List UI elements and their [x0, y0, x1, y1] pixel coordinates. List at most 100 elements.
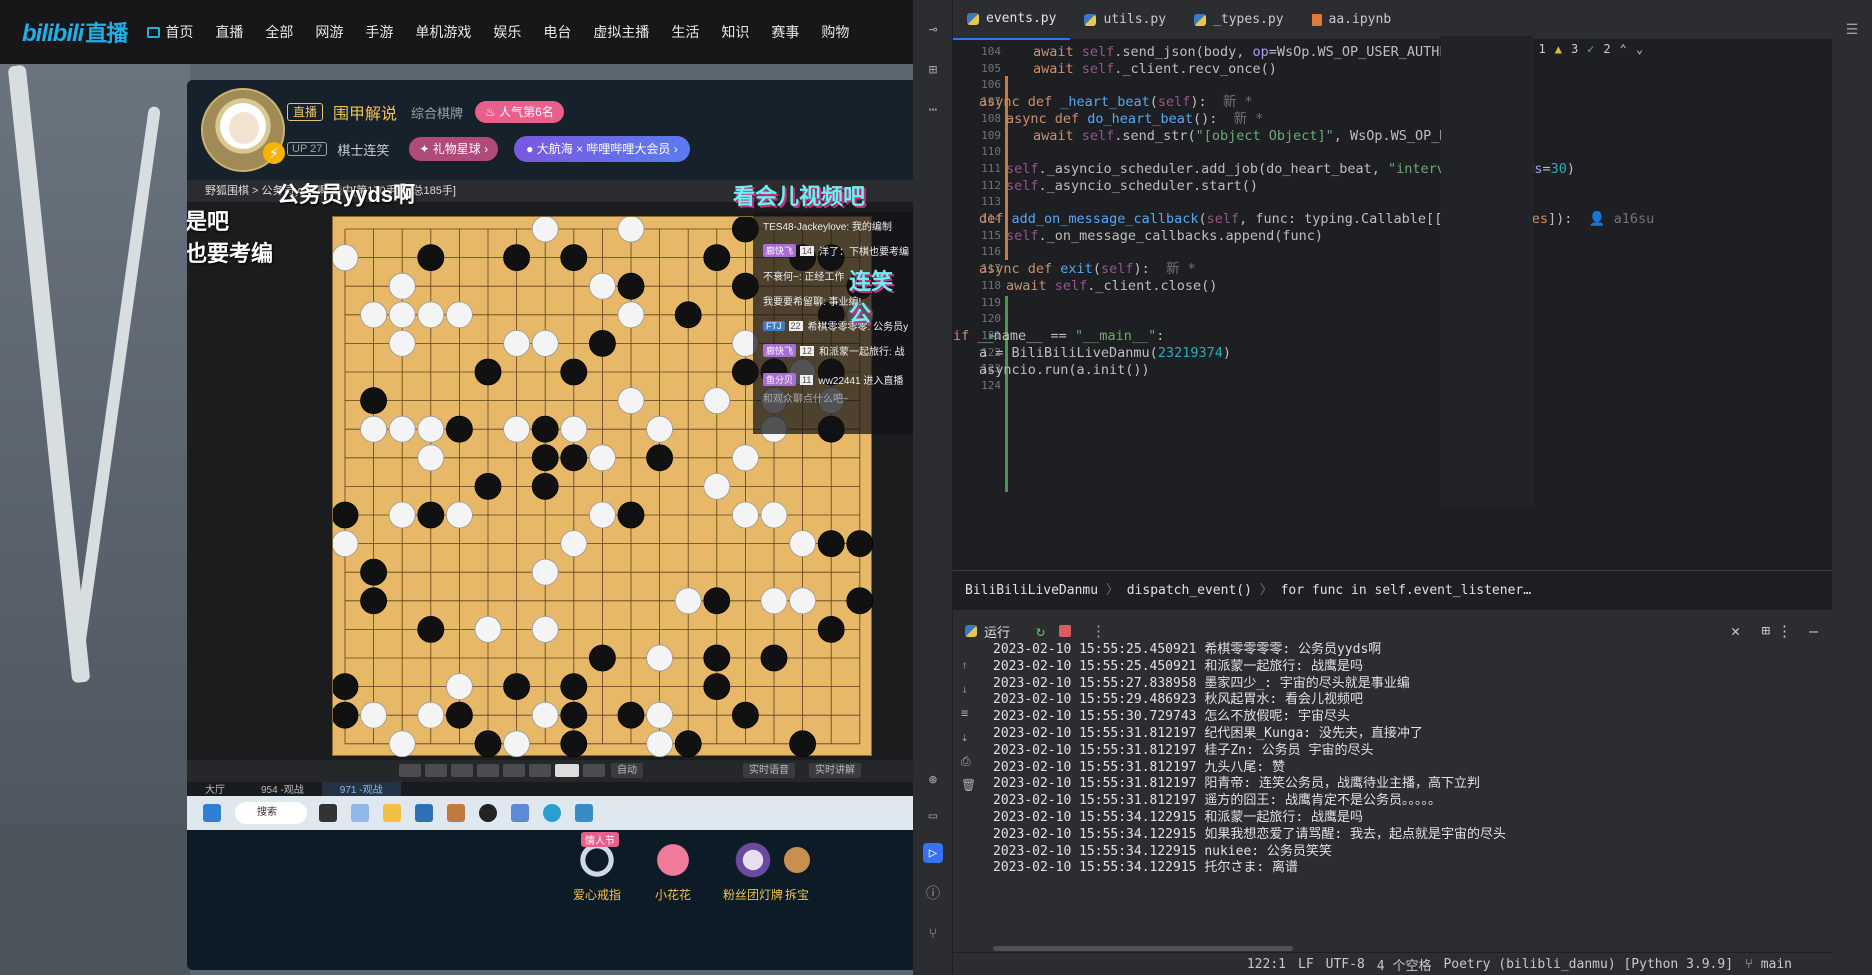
- back-1-button[interactable]: [451, 764, 473, 777]
- go-button[interactable]: [583, 764, 605, 777]
- forward-10-button[interactable]: [503, 764, 525, 777]
- voice-button[interactable]: 实时语音: [743, 763, 795, 778]
- chevron-up-icon[interactable]: ⌃: [1620, 42, 1627, 56]
- white-stone: [560, 530, 588, 558]
- forward-1-button[interactable]: [477, 764, 499, 777]
- file-encoding[interactable]: UTF-8: [1326, 957, 1365, 972]
- python-run-icon: [965, 625, 977, 637]
- popularity-rank[interactable]: ♨ 人气第6名: [475, 101, 564, 123]
- chevron-down-icon[interactable]: ⌄: [1636, 42, 1643, 56]
- line-separator[interactable]: LF: [1298, 957, 1314, 972]
- auto-button[interactable]: 自动: [611, 763, 643, 778]
- streamer-avatar[interactable]: ⚡: [201, 88, 285, 172]
- wrap-icon[interactable]: ≡: [961, 706, 968, 720]
- nav-radio[interactable]: 电台: [543, 22, 571, 42]
- tab-events-py[interactable]: events.py: [953, 0, 1071, 40]
- run-icon[interactable]: ▷: [923, 843, 943, 863]
- app-icon[interactable]: [447, 804, 465, 822]
- chat-input-hint[interactable]: 和观众聊点什么吧~: [763, 390, 849, 405]
- options-icon[interactable]: ⋮: [1777, 622, 1792, 640]
- run-gutter-icon[interactable]: ▶: [989, 326, 996, 346]
- breadcrumb-method[interactable]: dispatch_event(): [1127, 583, 1252, 598]
- git-icon[interactable]: ⑂: [923, 924, 943, 944]
- black-stone: [417, 501, 445, 529]
- windows-start-icon[interactable]: [203, 804, 221, 822]
- nav-single-games[interactable]: 单机游戏: [415, 22, 471, 42]
- python-console-icon[interactable]: ⊛: [923, 770, 943, 790]
- go-app-icon[interactable]: [479, 804, 497, 822]
- horizontal-scrollbar[interactable]: [993, 946, 1293, 951]
- gift-planet-button[interactable]: ✦ 礼物星球 ›: [409, 137, 499, 161]
- breadcrumb-loop[interactable]: for func in self.event_listener…: [1281, 583, 1531, 598]
- flame-icon: ♨: [485, 105, 500, 119]
- nav-all[interactable]: 全部: [265, 22, 293, 42]
- taskbar-search[interactable]: 搜索: [235, 802, 307, 824]
- room-title[interactable]: 围甲解说: [333, 100, 397, 124]
- streamer-name[interactable]: 棋士连笑: [337, 140, 389, 159]
- minimize-icon[interactable]: —: [1809, 622, 1818, 640]
- tab-aa-ipynb[interactable]: aa.ipynb: [1298, 0, 1406, 40]
- white-stone: [417, 301, 445, 329]
- nav-esports[interactable]: 赛事: [771, 22, 799, 42]
- folder-icon[interactable]: [383, 804, 401, 822]
- scroll-end-icon[interactable]: ⇣: [961, 730, 968, 744]
- room-category[interactable]: 综合棋牌: [411, 103, 463, 122]
- nav-life[interactable]: 生活: [671, 22, 699, 42]
- first-move-button[interactable]: [399, 764, 421, 777]
- membership-event-button[interactable]: ● 大航海 × 哔哩哔哩大会员 ›: [514, 136, 690, 162]
- commentary-button[interactable]: 实时讲解: [809, 763, 861, 778]
- database-icon[interactable]: ☰: [1842, 20, 1862, 40]
- down-arrow-icon[interactable]: ↓: [961, 682, 968, 696]
- tab-types-py[interactable]: _types.py: [1180, 0, 1297, 40]
- up-level: UP 27: [287, 142, 328, 156]
- breadcrumb-class[interactable]: BiliBiliLiveDanmu: [965, 583, 1098, 598]
- nav-live[interactable]: 直播: [215, 22, 243, 42]
- chart-app-icon[interactable]: [511, 804, 529, 822]
- terminal-icon[interactable]: ▭: [923, 806, 943, 826]
- tab-utils-py[interactable]: utils.py: [1070, 0, 1180, 40]
- rerun-icon[interactable]: ↻: [1036, 622, 1045, 640]
- print-icon[interactable]: ⎙: [961, 754, 971, 769]
- more-vertical-icon[interactable]: ⋮: [1091, 622, 1106, 640]
- structure-icon[interactable]: ⊞: [923, 60, 943, 80]
- task-view-icon[interactable]: [319, 804, 337, 822]
- close-icon[interactable]: ✕: [1731, 622, 1740, 640]
- mail-icon[interactable]: [415, 804, 433, 822]
- nav-home[interactable]: 首页: [147, 22, 193, 42]
- caret-position[interactable]: 122:1: [1247, 957, 1286, 972]
- interpreter[interactable]: Poetry (bilibli_danmu) [Python 3.9.9]: [1443, 957, 1733, 972]
- gift-box[interactable]: 拆宝: [777, 840, 817, 903]
- stop-icon[interactable]: [1059, 625, 1072, 637]
- up-arrow-icon[interactable]: ↑: [961, 658, 968, 672]
- white-stone: [388, 272, 416, 300]
- commit-icon[interactable]: ⊸: [923, 20, 943, 40]
- gift-ring[interactable]: 情人节 爱心戒指: [557, 832, 637, 903]
- run-console[interactable]: ↑ ↓ ≡ ⇣ ⎙ 🗑 2023-02-10 15:55:25.450921 希…: [953, 642, 1832, 952]
- app2-icon[interactable]: [575, 804, 593, 822]
- nav-shopping[interactable]: 购物: [821, 22, 849, 42]
- more-icon[interactable]: ⋯: [923, 100, 943, 120]
- indent-setting[interactable]: 4 个空格: [1377, 955, 1432, 974]
- last-move-button[interactable]: [529, 764, 551, 777]
- move-input[interactable]: [555, 764, 579, 777]
- video-player[interactable]: 野狐围棋 > 公务员yyds啊 战中[第170手] - [总185手] TES4…: [187, 180, 913, 800]
- code-minimap[interactable]: [1441, 36, 1533, 506]
- weather-icon[interactable]: [351, 804, 369, 822]
- nav-knowledge[interactable]: 知识: [721, 22, 749, 42]
- git-branch[interactable]: ⑂ main: [1745, 957, 1792, 972]
- trash-icon[interactable]: 🗑: [961, 778, 976, 792]
- run-tab[interactable]: 运行: [965, 622, 1010, 641]
- nav-online-games[interactable]: 网游: [315, 22, 343, 42]
- back-10-button[interactable]: [425, 764, 447, 777]
- gift-flower[interactable]: 小花花: [633, 840, 713, 903]
- black-stone: [846, 587, 873, 615]
- problems-icon[interactable]: ⓘ: [923, 884, 943, 904]
- layout-icon[interactable]: ⊞: [1762, 623, 1770, 639]
- bilibili-logo[interactable]: bilibili直播: [22, 16, 128, 48]
- log-line: 2023-02-10 15:55:34.122915 托尔さま: 离谱: [993, 860, 1298, 876]
- nav-vtuber[interactable]: 虚拟主播: [593, 22, 649, 42]
- nav-mobile-games[interactable]: 手游: [365, 22, 393, 42]
- nav-entertainment[interactable]: 娱乐: [493, 22, 521, 42]
- white-stone: [360, 701, 387, 729]
- edge-icon[interactable]: [543, 804, 561, 822]
